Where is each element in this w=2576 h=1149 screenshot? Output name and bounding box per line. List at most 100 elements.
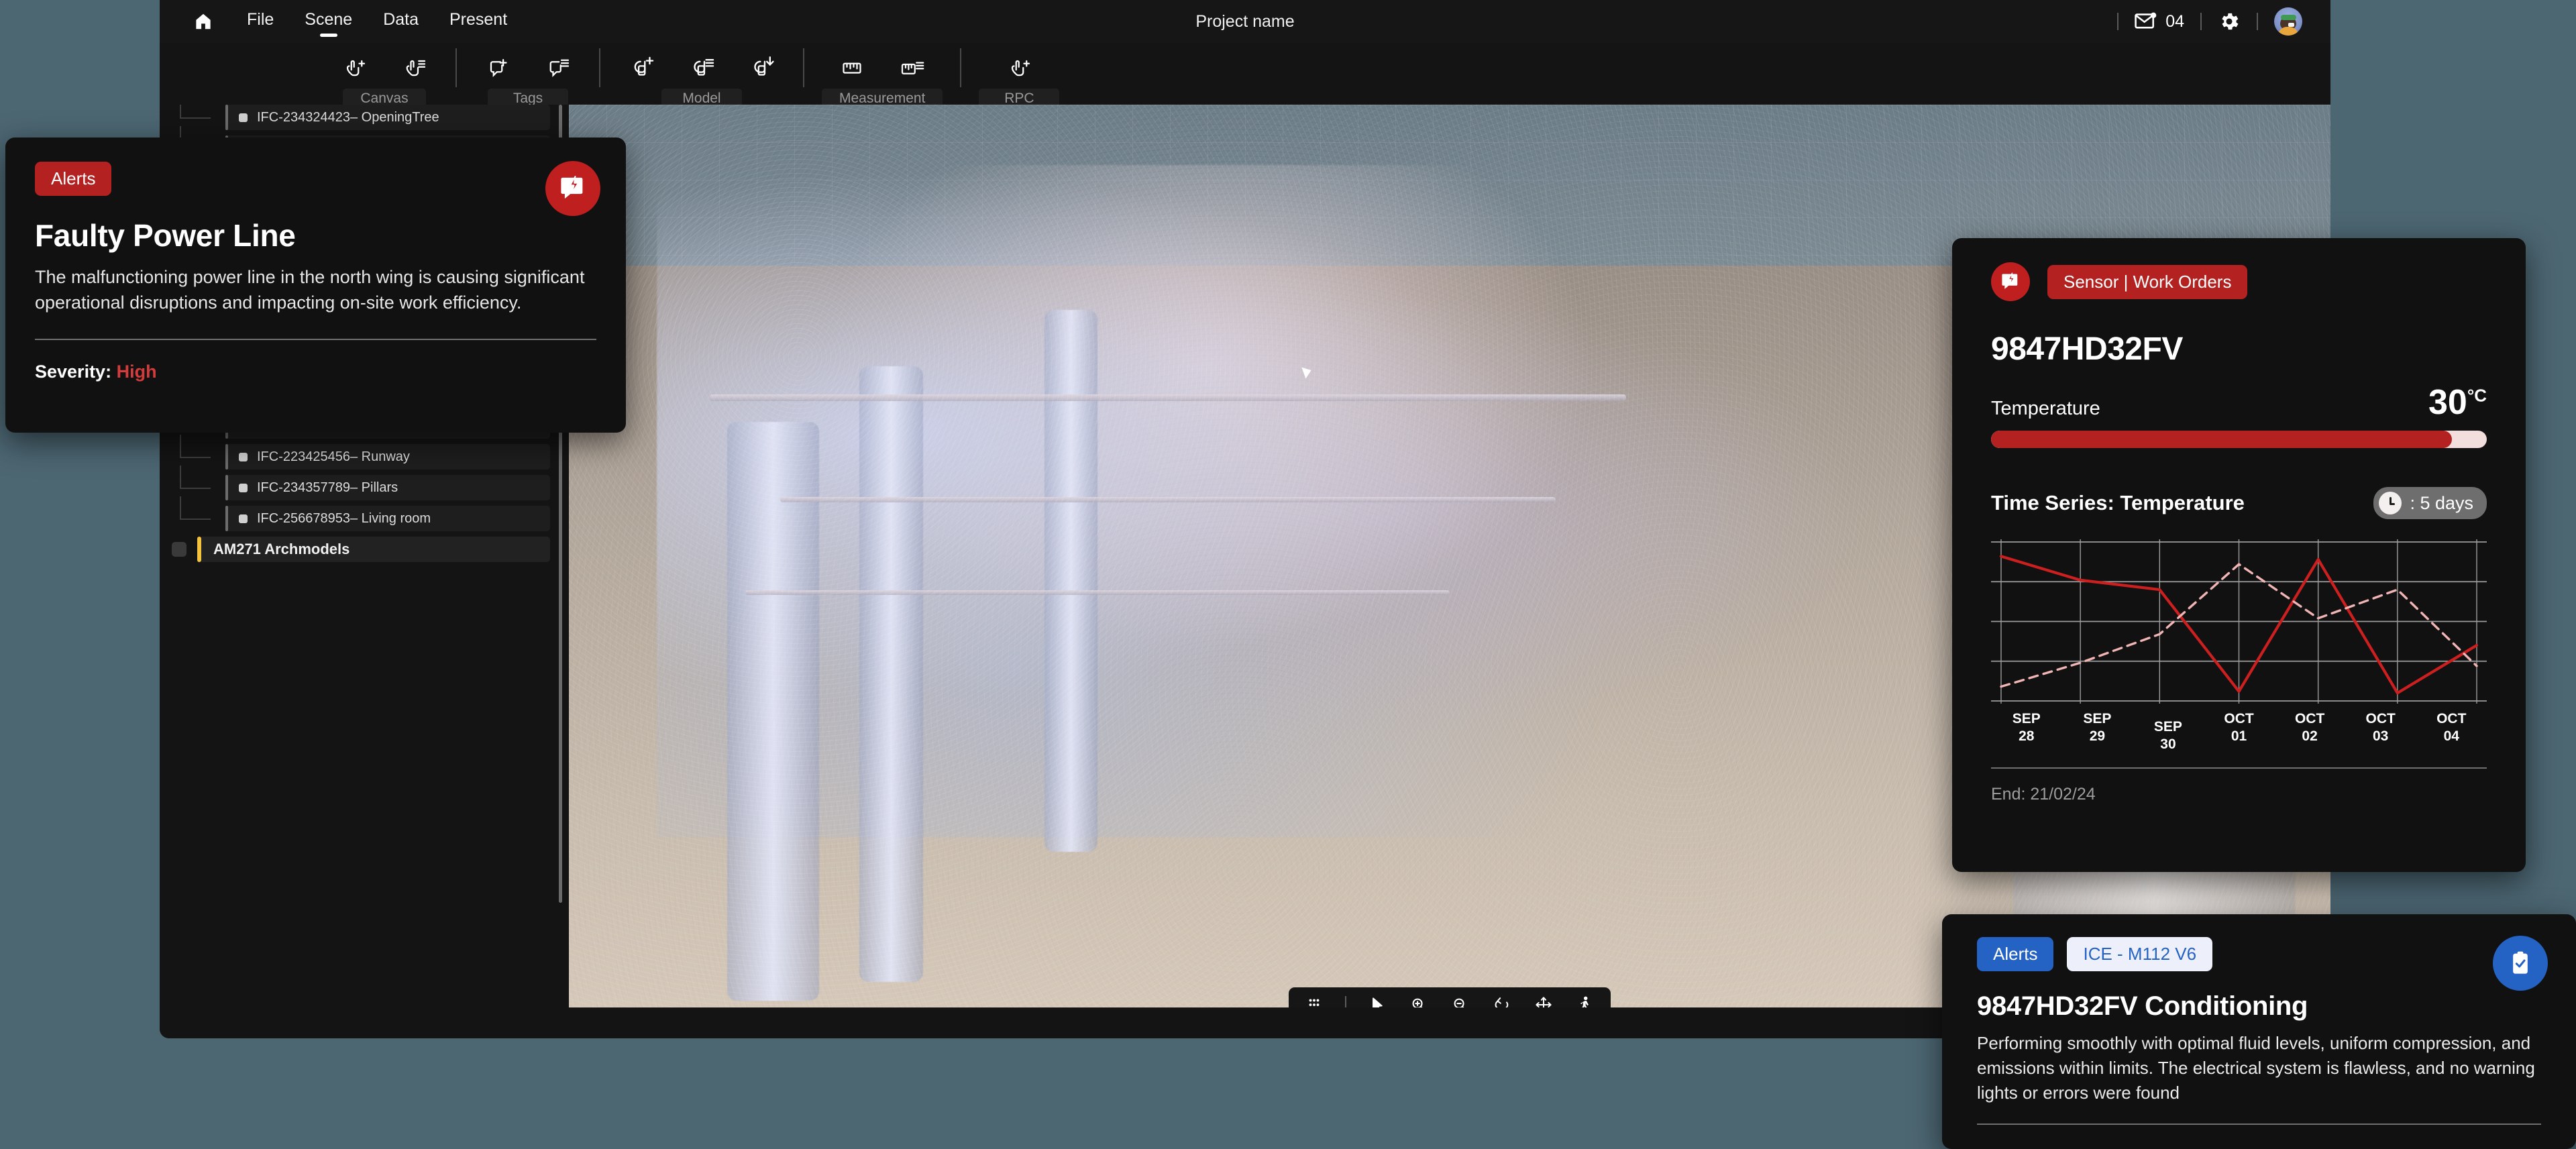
chart-tick-day: 04 [2443,728,2459,744]
menu-bar-right: 04 [2117,0,2302,43]
tree-item-label: IFC-256678953– Living room [257,510,431,526]
measure-icon[interactable] [837,52,867,83]
conditioning-description: Performing smoothly with optimal fluid l… [1977,1033,2535,1103]
menu-item-file[interactable]: File [247,10,274,33]
model-list-icon[interactable] [686,52,717,83]
page-title: Project name [1195,11,1295,31]
element-dot-icon [239,483,248,492]
chart-x-tick: OCT 01 [2204,710,2275,745]
conditioning-card-header: Alerts ICE - M112 V6 [1977,937,2541,971]
alert-description: The malfunctioning power line in the nor… [35,267,585,313]
toolbar-group-model: Model [618,48,786,109]
tree-connector [174,496,225,531]
toolbar-group-rpc: RPC [979,48,1060,109]
tree-label-box[interactable]: IFC-234324423– OpeningTree [228,105,550,130]
alert-title: Faulty Power Line [35,218,296,253]
chart-tick-month: OCT [2224,711,2254,726]
sensor-id: 9847HD32FV [1991,331,2183,367]
chart-tick-day: 29 [2089,728,2106,744]
chart-x-tick: SEP 30 [2133,718,2204,753]
chart-tick-day: 03 [2373,728,2389,744]
tree-checkbox[interactable] [172,542,186,557]
tree-child-row[interactable]: IFC-234357789– Pillars [160,466,569,500]
device-badge[interactable]: ICE - M112 V6 [2067,937,2213,971]
temperature-bar [1991,431,2487,448]
clock-icon [2379,492,2402,514]
clipboard-check-icon [2493,936,2548,991]
mail-notifications[interactable]: 04 [2135,11,2184,32]
chart-x-tick: OCT 04 [2416,710,2487,745]
divider [35,338,596,340]
time-series-header: Time Series: Temperature : 5 days [1991,487,2487,519]
add-rpc-icon[interactable] [1004,52,1034,83]
divider [2257,13,2258,30]
time-range-label: : 5 days [2410,492,2473,513]
chart-tick-day: 30 [2160,736,2176,752]
tree-group-row[interactable]: AM271 Archmodels [160,537,569,562]
chart-tick-month: SEP [2153,719,2182,734]
avatar-goggles [2281,15,2296,20]
menu-item-present[interactable]: Present [449,10,507,33]
temperature-chart [1991,539,2487,704]
chart-tick-day: 01 [2231,728,2247,744]
temperature-row: Temperature 30°C [1991,385,2487,420]
temperature-value: 30°C [2428,383,2487,422]
end-date-label: End: 21/02/24 [1991,785,2096,804]
element-dot-icon [239,514,248,523]
conditioning-title: 9847HD32FV Conditioning [1977,991,2308,1021]
conditioning-card[interactable]: Alerts ICE - M112 V6 9847HD32FV Conditio… [1942,914,2576,1149]
time-series-title: Time Series: Temperature [1991,491,2245,514]
tree-item-label: AM271 Archmodels [213,541,350,557]
chart-tick-month: SEP [2083,711,2112,726]
tag-list-icon[interactable] [543,52,574,83]
severity-row: Severity: High [35,362,596,382]
alerts-badge[interactable]: Alerts [35,162,112,196]
toolbar-group-canvas: Canvas [331,48,438,109]
tree-child-row[interactable]: IFC-256678953– Living room [160,496,569,531]
time-range-selector[interactable]: : 5 days [2373,487,2487,519]
tree-label-box[interactable]: IFC-256678953– Living room [228,506,550,531]
severity-label: Severity: [35,361,112,382]
chart-tick-month: SEP [2012,711,2041,726]
avatar[interactable] [2274,7,2302,36]
app-root: File Scene Data Present Project name 04 [0,0,2576,1149]
import-model-icon[interactable] [747,52,777,83]
avatar-detail [2288,23,2294,27]
tree-child-row[interactable]: IFC-234324423– OpeningTree [160,105,569,130]
alert-bolt-icon [1991,262,2030,301]
toolbar-divider [960,48,962,87]
tree-label-box[interactable]: AM271 Archmodels [201,537,550,562]
tree-child-row[interactable]: IFC-223425456– Runway [160,435,569,470]
tree-label-box[interactable]: IFC-223425456– Runway [228,444,550,470]
element-dot-icon [239,113,248,122]
alerts-badge[interactable]: Alerts [1977,937,2054,971]
tree-label-box[interactable]: IFC-234357789– Pillars [228,475,550,500]
alert-card[interactable]: Alerts Faulty Power Line The malfunction… [5,138,626,433]
home-icon[interactable] [192,10,215,33]
toolbar-divider [803,48,804,87]
chart-x-tick: OCT 03 [2345,710,2416,745]
gear-icon[interactable] [2218,10,2241,33]
sensor-work-orders-badge[interactable]: Sensor | Work Orders [2047,264,2248,299]
temperature-bar-fill [1991,431,2453,448]
add-tag-icon[interactable] [482,52,513,83]
canvas-list-icon[interactable] [399,52,430,83]
divider [2200,13,2202,30]
menu-item-data[interactable]: Data [383,10,419,33]
chart-x-tick: OCT 02 [2274,710,2345,745]
chart-x-tick: SEP 29 [2062,710,2133,745]
measure-list-icon[interactable] [897,52,928,83]
add-canvas-icon[interactable] [339,52,370,83]
chart-tick-month: OCT [2294,711,2325,726]
alert-bolt-icon [545,161,600,216]
toolbar-divider [599,48,600,87]
tree-item-label: IFC-223425456– Runway [257,449,410,464]
chart-tick-month: OCT [2365,711,2396,726]
temperature-label: Temperature [1991,398,2100,419]
add-model-icon[interactable] [626,52,657,83]
severity-value: High [116,361,157,382]
menu-item-scene[interactable]: Scene [305,10,352,33]
toolbar-group-tags: Tags [474,48,582,109]
menu-bar: File Scene Data Present Project name 04 [160,0,2330,43]
sensor-card[interactable]: Sensor | Work Orders 9847HD32FV Temperat… [1952,238,2526,872]
